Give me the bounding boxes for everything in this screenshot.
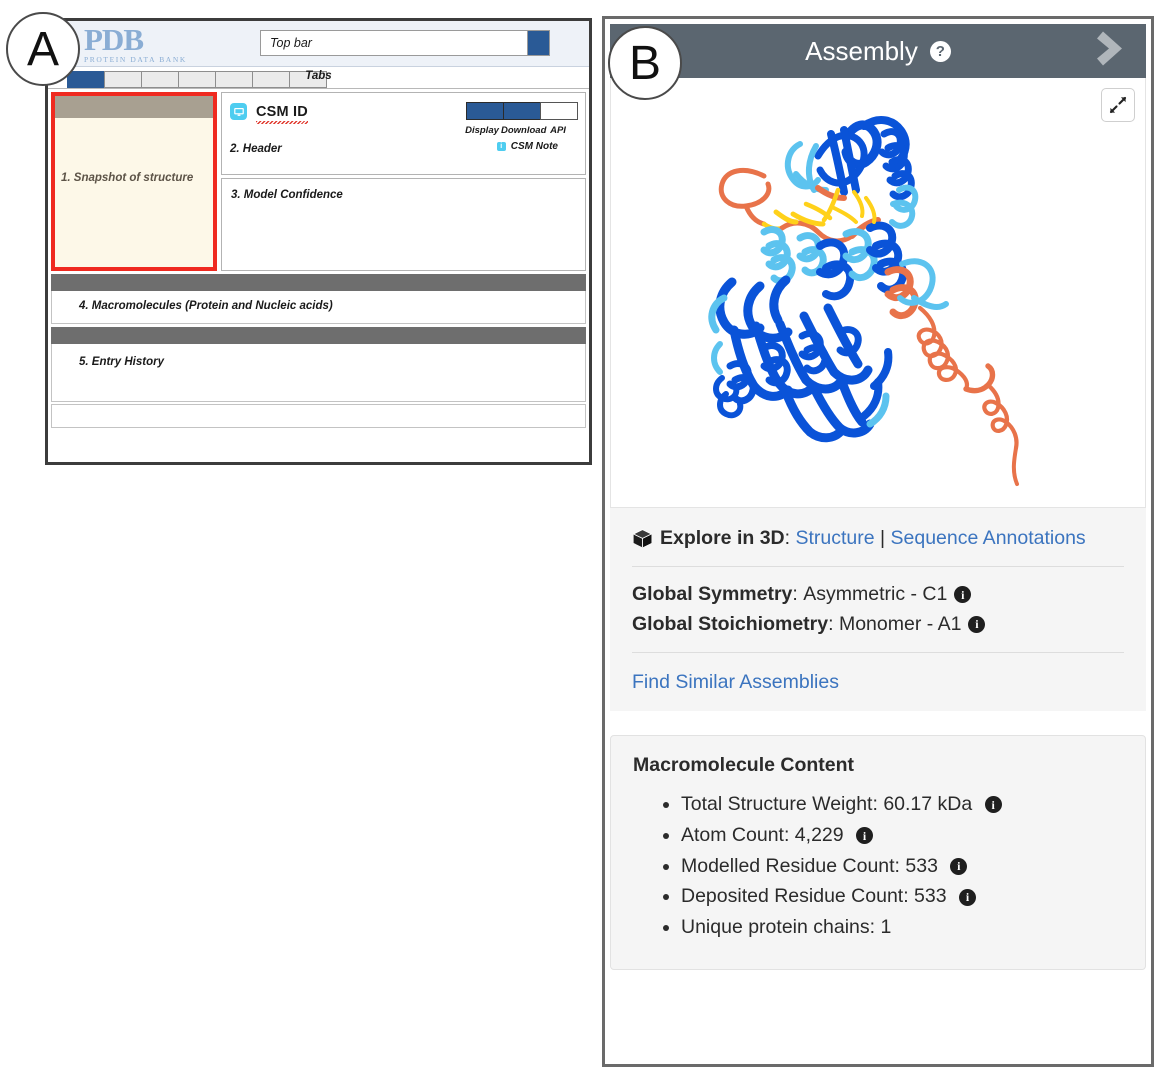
action-button-group [466,102,578,120]
tab-item-4[interactable] [178,71,216,88]
snapshot-label: 1. Snapshot of structure [61,172,194,184]
protein-ribbon-model: .vh { stroke:#0a53d8; } /* very high pLD… [708,116,1019,486]
api-button-label: API [550,125,566,136]
pdb-logo[interactable]: PDB PROTEIN DATA BANK [84,24,187,64]
list-item: Atom Count: 4,229 i [681,820,1123,851]
macromolecules-label: 4. Macromolecules (Protein and Nucleic a… [79,300,333,312]
csm-note[interactable]: i CSM Note [496,141,558,152]
tab-list [67,71,327,88]
display-button-label: Display [465,125,499,136]
figure-root: PDB PROTEIN DATA BANK Top bar Tabs 1. Sn… [0,0,1170,1079]
tab-item-6[interactable] [252,71,290,88]
divider-1 [632,566,1124,568]
entry-history-label: 5. Entry History [79,356,164,368]
info-icon[interactable]: i [856,827,874,845]
csm-note-label: CSM Note [510,141,558,152]
snapshot-of-structure-box[interactable]: 1. Snapshot of structure [51,92,217,271]
chevron-right-icon[interactable] [1096,27,1130,76]
download-button[interactable] [503,102,541,120]
deposited-residue-count-text: Deposited Residue Count: 533 [681,885,947,908]
global-symmetry-line: Global Symmetry : Asymmetric - C1 i [632,580,1124,609]
tab-item-1[interactable] [67,71,105,88]
explore-in-3d-label: Explore in 3D [660,527,785,549]
panel-label-b: B [608,26,682,100]
find-similar-assemblies-row: Find Similar Assemblies [632,666,1124,697]
global-stoichiometry-label: Global Stoichiometry [632,612,829,635]
macromolecules-section-body: 4. Macromolecules (Protein and Nucleic a… [51,291,586,324]
entry-history-section: 5. Entry History [51,327,586,402]
header-section-label: 2. Header [230,143,282,155]
global-symmetry-value: Asymmetric - C1 [803,583,948,606]
list-item: Modelled Residue Count: 533 i [681,851,1123,882]
header-card: CSM ID 2. Header Display Download API i … [221,92,586,175]
panel-b-assembly-card: Assembly ? .vh [602,16,1154,1067]
tab-item-5[interactable] [215,71,253,88]
tab-item-2[interactable] [104,71,142,88]
list-item: Unique protein chains: 1 [681,912,1123,943]
panel-a-pdb-wireframe: PDB PROTEIN DATA BANK Top bar Tabs 1. Sn… [45,18,592,465]
assembly-title-group: Assembly ? [805,36,951,67]
unique-protein-chains-text: Unique protein chains: 1 [681,916,892,939]
search-input[interactable]: Top bar [261,36,527,50]
info-icon[interactable]: i [959,888,977,906]
tab-item-7[interactable] [289,71,327,88]
macromolecules-section: 4. Macromolecules (Protein and Nucleic a… [51,274,586,324]
snapshot-cap-strip [55,96,213,118]
info-icon: i [496,142,506,151]
section-gap [610,711,1146,731]
macromolecule-content-card: Macromolecule Content Total Structure We… [610,735,1146,970]
expand-fullscreen-icon[interactable] [1101,88,1135,122]
list-item: Deposited Residue Count: 533 i [681,881,1123,912]
csm-id-text: CSM ID [256,103,308,124]
api-button[interactable] [540,102,578,120]
display-button[interactable] [466,102,504,120]
action-button-labels: Display Download API [463,125,577,136]
pdb-logo-main: PDB [84,21,144,57]
entry-history-section-body: 5. Entry History [51,344,586,402]
pdb-logo-sub: PROTEIN DATA BANK [84,54,187,64]
panel-label-a: A [6,12,80,86]
computer-monitor-icon [230,103,247,120]
info-icon[interactable]: i [950,857,968,875]
find-similar-assemblies-link[interactable]: Find Similar Assemblies [632,668,839,697]
info-icon[interactable]: i [954,586,972,604]
macromolecule-content-title: Macromolecule Content [633,754,855,776]
search-submit-button[interactable] [527,31,549,55]
global-stoichiometry-value: Monomer - A1 [838,612,962,635]
info-icon[interactable]: i [968,615,986,633]
model-confidence-label: 3. Model Confidence [231,189,343,201]
info-icon[interactable]: i [984,796,1002,814]
modelled-residue-count-text: Modelled Residue Count: 533 [681,854,938,877]
macromolecule-content-list: Total Structure Weight: 60.17 kDa i Atom… [633,789,1123,943]
page-footer-placeholder [51,404,586,428]
total-structure-weight-text: Total Structure Weight: 60.17 kDa [681,793,973,815]
help-icon[interactable]: ? [929,40,951,62]
model-confidence-card: 3. Model Confidence [221,178,586,271]
macromolecules-section-bar[interactable] [51,274,586,291]
structure-link[interactable]: Structure [795,524,874,553]
structure-viewer[interactable]: .vh { stroke:#0a53d8; } /* very high pLD… [610,78,1146,508]
list-item: Total Structure Weight: 60.17 kDa i [681,789,1123,820]
tab-item-3[interactable] [141,71,179,88]
sequence-annotations-link[interactable]: Sequence Annotations [891,524,1086,553]
entry-history-section-bar[interactable] [51,327,586,344]
content-top-row: 1. Snapshot of structure CSM ID 2. Heade… [48,89,589,271]
right-column: CSM ID 2. Header Display Download API i … [221,92,586,271]
search-box[interactable]: Top bar [260,30,550,56]
global-stoichiometry-line: Global Stoichiometry : Monomer - A1 i [632,610,1124,639]
assembly-info-block: Explore in 3D : Structure | Sequence Ann… [610,508,1146,711]
download-button-label: Download [501,125,547,136]
divider-2 [632,651,1124,653]
explore-in-3d-line: Explore in 3D : Structure | Sequence Ann… [632,524,1124,553]
assembly-header-bar: Assembly ? [610,24,1146,78]
cube-3d-icon [632,528,653,549]
pdb-top-bar: PDB PROTEIN DATA BANK Top bar [48,21,589,67]
global-symmetry-label: Global Symmetry [632,583,793,606]
page-title: Assembly [805,35,918,66]
atom-count-text: Atom Count: 4,229 [681,823,844,846]
tab-strip: Tabs [48,67,589,89]
